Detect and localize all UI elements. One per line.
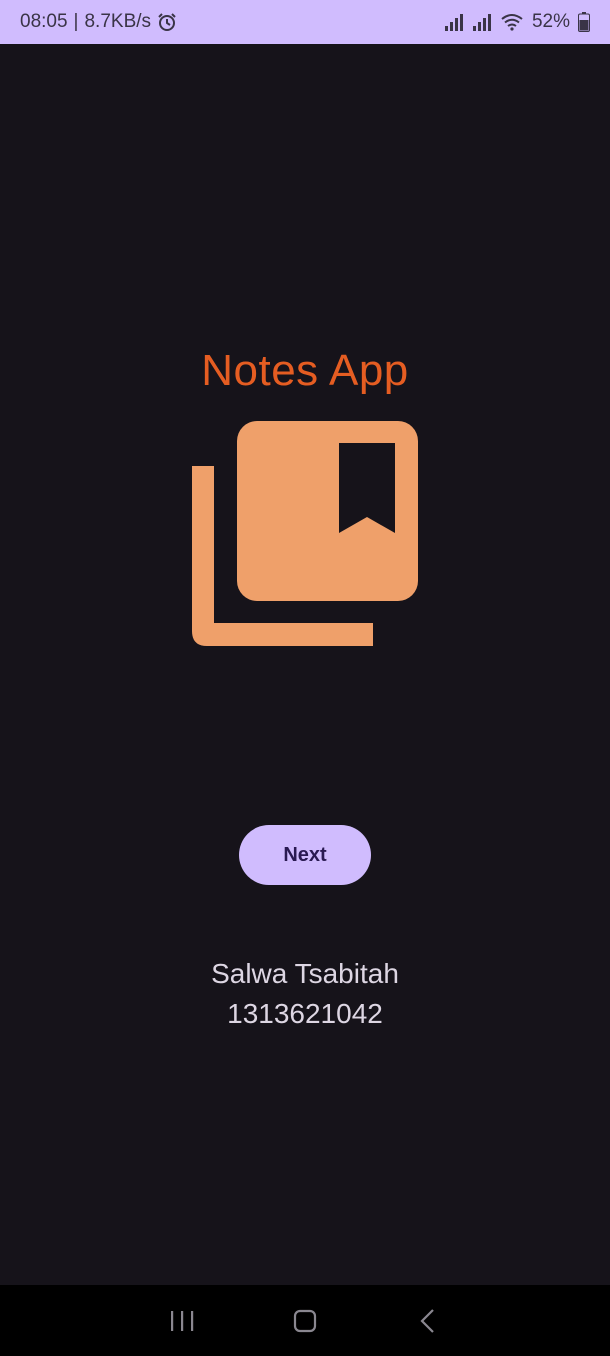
wifi-icon <box>500 13 524 31</box>
status-left: 08:05 | 8.7KB/s <box>20 11 177 33</box>
back-icon[interactable] <box>398 1291 458 1351</box>
main-screen: Notes App Next Salwa Tsabitah 1313621042 <box>0 44 610 1285</box>
author-name: Salwa Tsabitah <box>211 958 399 989</box>
next-button[interactable]: Next <box>239 825 371 885</box>
status-battery-percent: 52% <box>531 11 570 32</box>
signal-icon <box>444 13 464 31</box>
status-network-speed: 8.7KB/s <box>84 11 152 32</box>
author-info: Salwa Tsabitah 1313621042 <box>0 954 610 1034</box>
status-bar: 08:05 | 8.7KB/s 52% <box>0 0 610 44</box>
collections-bookmark-icon <box>192 421 418 646</box>
status-time: 08:05 <box>20 11 68 32</box>
author-id: 1313621042 <box>227 998 383 1029</box>
app-title: Notes App <box>201 346 409 395</box>
status-right: 52% <box>444 11 590 33</box>
battery-icon <box>578 12 590 32</box>
recent-apps-icon[interactable] <box>152 1291 212 1351</box>
signal-icon <box>472 13 492 31</box>
status-separator: | <box>73 11 79 32</box>
home-icon[interactable] <box>275 1291 335 1351</box>
alarm-icon <box>157 12 177 32</box>
navigation-bar <box>0 1285 610 1356</box>
